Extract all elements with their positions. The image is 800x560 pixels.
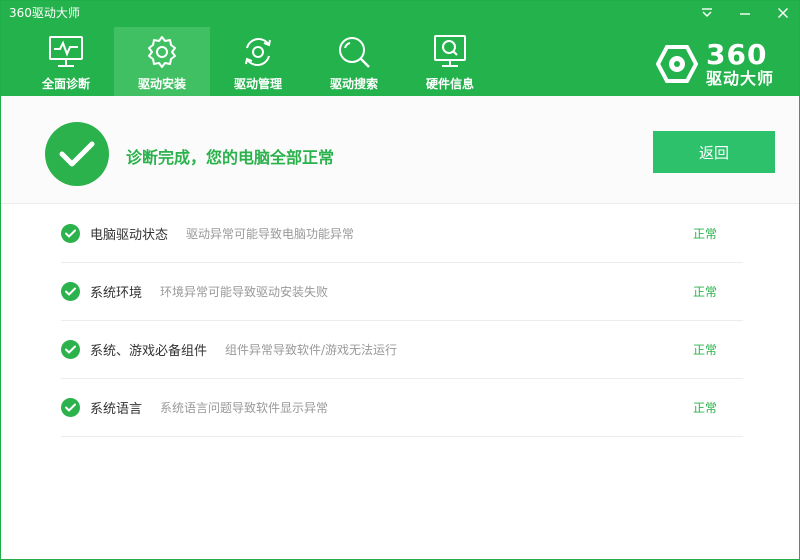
status-badge: 正常 xyxy=(692,343,717,357)
brand-logo: 360 驱动大师 xyxy=(656,41,774,87)
item-description: 环境异常可能导致驱动安装失败 xyxy=(160,285,329,299)
diagnosis-result-panel: 诊断完成，您的电脑全部正常 返回 xyxy=(1,96,799,204)
close-icon xyxy=(778,8,788,18)
tab-hardware-info[interactable]: 硬件信息 xyxy=(402,27,498,96)
list-item: 系统、游戏必备组件 组件异常导致软件/游戏无法运行 正常 xyxy=(61,321,743,379)
logo-name: 驱动大师 xyxy=(706,69,775,88)
tab-label: 硬件信息 xyxy=(425,77,474,91)
app-window: 360驱动大师 全面诊断 驱动安装 驱动管理 驱动搜索 硬件信息 360 驱动大… xyxy=(0,0,800,560)
item-title: 系统语言 xyxy=(90,402,143,417)
item-description: 驱动异常可能导致电脑功能异常 xyxy=(186,227,355,241)
hex-gear-logo-icon xyxy=(656,45,698,83)
tab-driver-install[interactable]: 驱动安装 xyxy=(114,27,210,96)
list-item: 电脑驱动状态 驱动异常可能导致电脑功能异常 正常 xyxy=(61,205,743,263)
window-controls xyxy=(697,3,793,23)
hardware-info-icon xyxy=(431,33,469,71)
status-badge: 正常 xyxy=(692,285,717,299)
tab-full-diagnosis[interactable]: 全面诊断 xyxy=(18,27,114,96)
check-icon xyxy=(61,282,80,301)
status-badge: 正常 xyxy=(692,401,717,415)
item-title: 系统、游戏必备组件 xyxy=(90,344,208,359)
dropdown-menu-button[interactable] xyxy=(697,3,717,23)
check-list: 电脑驱动状态 驱动异常可能导致电脑功能异常 正常 系统环境 环境异常可能导致驱动… xyxy=(61,205,743,437)
check-icon xyxy=(61,224,80,243)
list-item: 系统环境 环境异常可能导致驱动安装失败 正常 xyxy=(61,263,743,321)
check-icon xyxy=(61,398,80,417)
item-title: 电脑驱动状态 xyxy=(90,228,169,243)
back-button[interactable]: 返回 xyxy=(653,131,775,173)
list-item: 系统语言 系统语言问题导致软件显示异常 正常 xyxy=(61,379,743,437)
tab-driver-manage[interactable]: 驱动管理 xyxy=(210,27,306,96)
item-description: 系统语言问题导致软件显示异常 xyxy=(160,401,329,415)
diagnosis-message: 诊断完成，您的电脑全部正常 xyxy=(126,148,335,167)
check-icon xyxy=(61,340,80,359)
main-nav: 全面诊断 驱动安装 驱动管理 驱动搜索 硬件信息 xyxy=(18,27,498,96)
header-bar: 360驱动大师 全面诊断 驱动安装 驱动管理 驱动搜索 硬件信息 360 驱动大… xyxy=(1,1,799,96)
success-check-icon xyxy=(45,122,109,186)
item-description: 组件异常导致软件/游戏无法运行 xyxy=(225,343,398,357)
item-title: 系统环境 xyxy=(90,286,143,301)
close-button[interactable] xyxy=(773,3,793,23)
minimize-icon xyxy=(740,13,750,15)
monitor-pulse-icon xyxy=(47,33,85,71)
logo-number: 360 xyxy=(706,38,768,71)
refresh-gear-icon xyxy=(239,33,277,71)
tab-label: 全面诊断 xyxy=(41,77,90,91)
minimize-button[interactable] xyxy=(735,3,755,23)
search-icon xyxy=(335,33,373,71)
gear-icon xyxy=(143,33,181,71)
status-badge: 正常 xyxy=(692,227,717,241)
tab-label: 驱动管理 xyxy=(233,77,282,91)
tab-label: 驱动搜索 xyxy=(329,77,378,91)
menu-chevron-icon xyxy=(702,8,712,17)
tab-driver-search[interactable]: 驱动搜索 xyxy=(306,27,402,96)
window-title: 360驱动大师 xyxy=(9,6,80,20)
tab-label: 驱动安装 xyxy=(137,77,186,91)
